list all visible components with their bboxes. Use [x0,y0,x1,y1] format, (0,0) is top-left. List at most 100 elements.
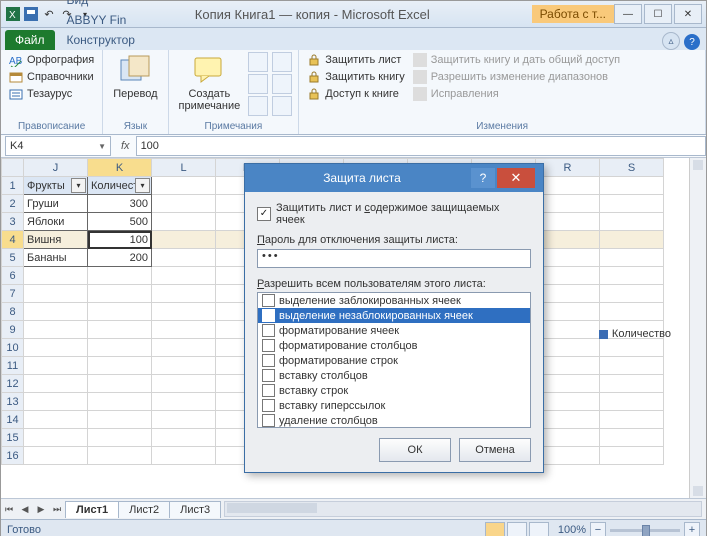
name-box-dropdown-icon[interactable]: ▼ [98,142,106,151]
cell-R8[interactable] [536,303,600,321]
cell-K7[interactable] [88,285,152,303]
changes-item-1[interactable]: Защитить книгу [305,69,407,85]
cell-K13[interactable] [88,393,152,411]
cell-S13[interactable] [600,393,664,411]
perm-item-0[interactable]: выделение заблокированных ячеек [258,293,530,308]
perm-item-6[interactable]: вставку строк [258,383,530,398]
cell-R1[interactable] [536,177,600,195]
cell-R6[interactable] [536,267,600,285]
cell-S4[interactable] [600,231,664,249]
sheet-nav-first[interactable]: ⏮ [1,501,17,517]
cell-J8[interactable] [24,303,88,321]
sheet-tab-Лист1[interactable]: Лист1 [65,501,119,518]
password-input[interactable]: ••• [257,249,531,268]
cell-K2[interactable]: 300 [88,195,152,213]
row-header-6[interactable]: 6 [2,267,24,285]
cell-K6[interactable] [88,267,152,285]
cell-R15[interactable] [536,429,600,447]
translate-button[interactable]: Перевод [109,52,161,102]
cell-L9[interactable] [152,321,216,339]
cell-J7[interactable] [24,285,88,303]
cell-L7[interactable] [152,285,216,303]
cell-J16[interactable] [24,447,88,465]
sheet-nav-prev[interactable]: ◀ [17,501,33,517]
zoom-out-button[interactable]: − [590,522,606,536]
col-header-L[interactable]: L [152,159,216,177]
cell-S3[interactable] [600,213,664,231]
row-header-8[interactable]: 8 [2,303,24,321]
undo-icon[interactable]: ↶ [41,6,57,22]
view-layout-button[interactable] [507,522,527,536]
row-header-3[interactable]: 3 [2,213,24,231]
dialog-titlebar[interactable]: Защита листа ? ✕ [245,164,543,192]
horizontal-scrollbar[interactable] [224,501,702,517]
perm-checkbox-5[interactable] [262,369,275,382]
fx-icon[interactable]: fx [115,140,136,152]
row-header-14[interactable]: 14 [2,411,24,429]
cell-J5[interactable]: Бананы [24,249,88,267]
cell-K11[interactable] [88,357,152,375]
cell-K9[interactable] [88,321,152,339]
dialog-help-button[interactable]: ? [471,168,495,188]
perm-checkbox-3[interactable] [262,339,275,352]
perm-item-8[interactable]: удаление столбцов [258,413,530,428]
row-header-11[interactable]: 11 [2,357,24,375]
dialog-close-button[interactable]: ✕ [497,168,535,188]
sheet-nav-next[interactable]: ▶ [33,501,49,517]
cell-S1[interactable] [600,177,664,195]
perm-item-2[interactable]: форматирование ячеек [258,323,530,338]
cell-J10[interactable] [24,339,88,357]
cell-S12[interactable] [600,375,664,393]
cell-L14[interactable] [152,411,216,429]
cell-L5[interactable] [152,249,216,267]
col-header-R[interactable]: R [536,159,600,177]
cell-K4[interactable]: 100 [88,231,152,249]
perm-item-4[interactable]: форматирование строк [258,353,530,368]
show-ink-button[interactable] [272,96,292,116]
cell-R9[interactable] [536,321,600,339]
help-icon[interactable]: ? [684,34,700,50]
cell-R16[interactable] [536,447,600,465]
changes-item-0[interactable]: Защитить лист [305,52,407,68]
col-header-K[interactable]: K [88,159,152,177]
cell-L15[interactable] [152,429,216,447]
cell-K3[interactable]: 500 [88,213,152,231]
cell-L3[interactable] [152,213,216,231]
row-header-4[interactable]: 4 [2,231,24,249]
perm-checkbox-0[interactable] [262,294,275,307]
ribbon-minimize-icon[interactable]: ▵ [662,32,680,50]
cell-K1[interactable]: Количеств▾ [88,177,152,195]
cell-J4[interactable]: Вишня [24,231,88,249]
show-all-comments-button[interactable] [272,74,292,94]
cell-J2[interactable]: Груши [24,195,88,213]
perm-checkbox-6[interactable] [262,384,275,397]
select-all-corner[interactable] [2,159,24,177]
col-header-J[interactable]: J [24,159,88,177]
cell-L2[interactable] [152,195,216,213]
cell-R5[interactable] [536,249,600,267]
cell-L4[interactable] [152,231,216,249]
cell-R4[interactable] [536,231,600,249]
cell-S14[interactable] [600,411,664,429]
cell-K12[interactable] [88,375,152,393]
cell-S6[interactable] [600,267,664,285]
minimize-button[interactable]: — [614,4,642,24]
cell-R13[interactable] [536,393,600,411]
cell-J1[interactable]: Фрукты▾ [24,177,88,195]
perm-item-7[interactable]: вставку гиперссылок [258,398,530,413]
cell-L1[interactable] [152,177,216,195]
zoom-in-button[interactable]: + [684,522,700,536]
cell-S8[interactable] [600,303,664,321]
cell-K16[interactable] [88,447,152,465]
formula-input[interactable]: 100 [136,136,706,156]
cell-L8[interactable] [152,303,216,321]
vertical-scrollbar[interactable] [689,158,706,498]
cell-R11[interactable] [536,357,600,375]
cell-R7[interactable] [536,285,600,303]
row-header-1[interactable]: 1 [2,177,24,195]
cell-L6[interactable] [152,267,216,285]
cell-S11[interactable] [600,357,664,375]
cell-J12[interactable] [24,375,88,393]
name-box[interactable]: K4 ▼ [5,136,111,156]
filter-icon[interactable]: ▾ [135,178,150,193]
